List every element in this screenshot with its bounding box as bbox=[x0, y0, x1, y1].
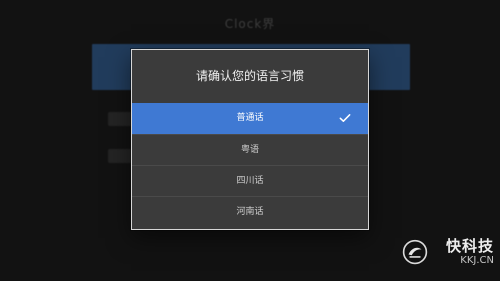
language-option-label: 普通话 bbox=[236, 113, 264, 123]
language-option-mandarin[interactable]: 普通话 bbox=[132, 103, 368, 134]
language-option-sichuanese[interactable]: 四川话 bbox=[132, 165, 368, 196]
language-option-label: 河南话 bbox=[236, 207, 264, 217]
dialog-title: 请确认您的语言习惯 bbox=[195, 69, 304, 83]
watermark-brand: 快科技 bbox=[445, 237, 494, 255]
background-title: Clock界 bbox=[224, 17, 276, 31]
language-preference-dialog: 请确认您的语言习惯 普通话 粤语 四川话 河南话 bbox=[131, 49, 369, 230]
watermark-site: KKJ.CN bbox=[460, 255, 494, 266]
language-option-cantonese[interactable]: 粤语 bbox=[132, 134, 368, 165]
watermark: 快科技 KKJ.CN bbox=[402, 233, 494, 273]
kkj-logo-icon bbox=[402, 239, 428, 265]
language-options-list: 普通话 粤语 四川话 河南话 bbox=[132, 103, 368, 227]
language-option-label: 四川话 bbox=[236, 176, 264, 186]
language-option-henanese[interactable]: 河南话 bbox=[132, 196, 368, 227]
language-option-label: 粤语 bbox=[240, 145, 259, 155]
check-icon bbox=[339, 114, 351, 122]
